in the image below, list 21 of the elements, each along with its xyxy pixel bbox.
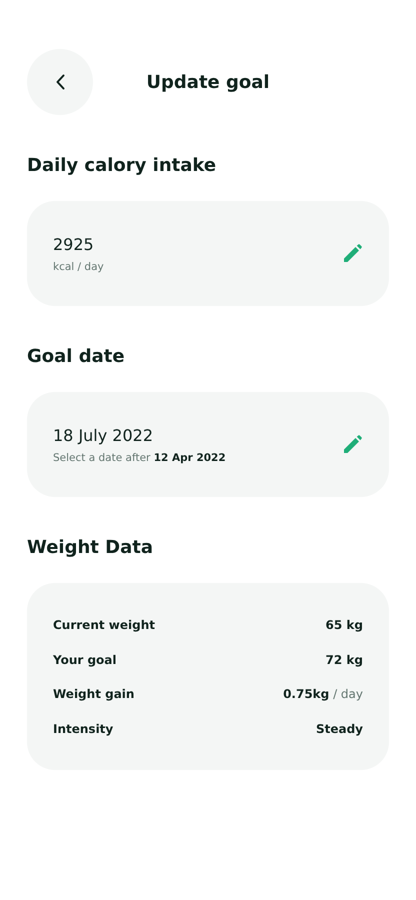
goal-card[interactable]: 18 July 2022 Select a date after 12 Apr 2022 bbox=[27, 392, 389, 497]
goal-value: 2925 bbox=[53, 234, 95, 254]
data-value: Steady bbox=[316, 720, 363, 738]
data-value: 72 kg bbox=[326, 652, 363, 669]
goal-caption: Select a date after 12 Apr 2022 bbox=[53, 452, 226, 464]
data-label: Intensity bbox=[53, 720, 114, 738]
goal-value: 18 July 2022 bbox=[53, 426, 154, 446]
data-label: Current weight bbox=[53, 617, 155, 634]
data-label: Weight gain bbox=[53, 686, 134, 703]
page-title: Update goal bbox=[146, 72, 270, 92]
goal-card[interactable]: 2925 kcal / day bbox=[27, 201, 389, 306]
section-heading: Goal date bbox=[27, 346, 126, 368]
edit-icon[interactable] bbox=[343, 435, 362, 454]
back-icon bbox=[56, 74, 64, 90]
goal-caption: kcal / day bbox=[53, 260, 104, 272]
data-value: 0.75kg / day bbox=[283, 686, 363, 703]
data-label: Your goal bbox=[53, 652, 117, 669]
data-value: 65 kg bbox=[326, 617, 363, 634]
edit-icon[interactable] bbox=[343, 244, 362, 263]
section-heading: Weight Data bbox=[27, 537, 154, 559]
section-heading: Daily calory intake bbox=[27, 155, 218, 177]
